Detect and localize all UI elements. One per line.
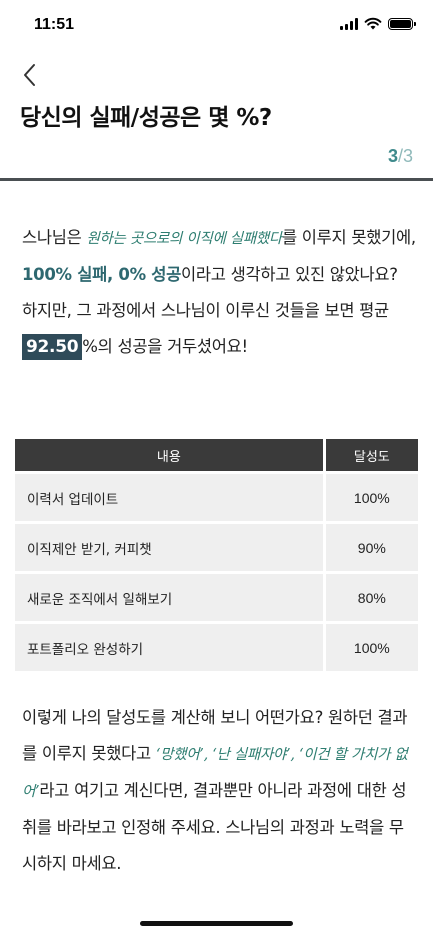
row-content: 새로운 조직에서 일해보기 bbox=[15, 574, 323, 621]
intro-text: 를 이루지 못했기에, bbox=[281, 228, 416, 247]
table-header-content: 내용 bbox=[15, 439, 323, 471]
chevron-left-icon bbox=[24, 64, 35, 86]
row-rate: 100% bbox=[322, 474, 418, 521]
outro-paragraph: 이렇게 나의 달성도를 계산해 보니 어떤가요? 원하던 결과를 이루지 못했다… bbox=[22, 700, 417, 882]
wifi-icon bbox=[364, 17, 382, 30]
status-icons bbox=[340, 17, 416, 30]
header-divider bbox=[0, 178, 433, 181]
achievement-table: 내용 달성도 이력서 업데이트 100% 이직제안 받기, 커피챗 90% 새로… bbox=[15, 436, 418, 674]
table-row: 새로운 조직에서 일해보기 80% bbox=[15, 574, 418, 621]
table-row: 이직제안 받기, 커피챗 90% bbox=[15, 524, 418, 571]
average-score-highlight: 92.50 bbox=[22, 334, 83, 360]
table-header-row: 내용 달성도 bbox=[15, 439, 418, 471]
page-current: 3 bbox=[387, 146, 398, 166]
back-button[interactable] bbox=[14, 60, 44, 90]
row-content: 포트폴리오 완성하기 bbox=[15, 624, 323, 671]
failure-success-emphasis: 100% 실패, 0% 성공 bbox=[22, 265, 182, 284]
intro-paragraph: 스나님은 원하는 곳으로의 이직에 실패했다를 이루지 못했기에, 100% 실… bbox=[22, 220, 417, 365]
status-time: 11:51 bbox=[34, 16, 75, 33]
row-rate: 100% bbox=[322, 624, 418, 671]
goal-handwritten: 원하는 곳으로의 이직에 실패했다 bbox=[86, 231, 282, 247]
battery-icon bbox=[388, 17, 416, 30]
row-rate: 90% bbox=[322, 524, 418, 571]
row-content: 이력서 업데이트 bbox=[15, 474, 323, 521]
home-indicator[interactable] bbox=[140, 921, 293, 926]
cellular-signal-icon bbox=[340, 17, 358, 30]
page-total: /3 bbox=[397, 146, 413, 166]
intro-text: %의 성공을 거두셨어요! bbox=[82, 337, 248, 356]
row-rate: 80% bbox=[322, 574, 418, 621]
table-header-rate: 달성도 bbox=[322, 439, 418, 471]
table-row: 이력서 업데이트 100% bbox=[15, 474, 418, 521]
page-indicator: 3/3 bbox=[388, 146, 413, 167]
page-title: 당신의 실패/성공은 몇 %? bbox=[20, 105, 272, 131]
status-bar: 11:51 bbox=[0, 0, 433, 50]
table-row: 포트폴리오 완성하기 100% bbox=[15, 624, 418, 671]
row-content: 이직제안 받기, 커피챗 bbox=[15, 524, 323, 571]
intro-text: 스나님은 bbox=[22, 228, 87, 247]
outro-text: 라고 여기고 계신다면, 결과뿐만 아니라 과정에 대한 성취를 바라보고 인정… bbox=[22, 781, 407, 873]
